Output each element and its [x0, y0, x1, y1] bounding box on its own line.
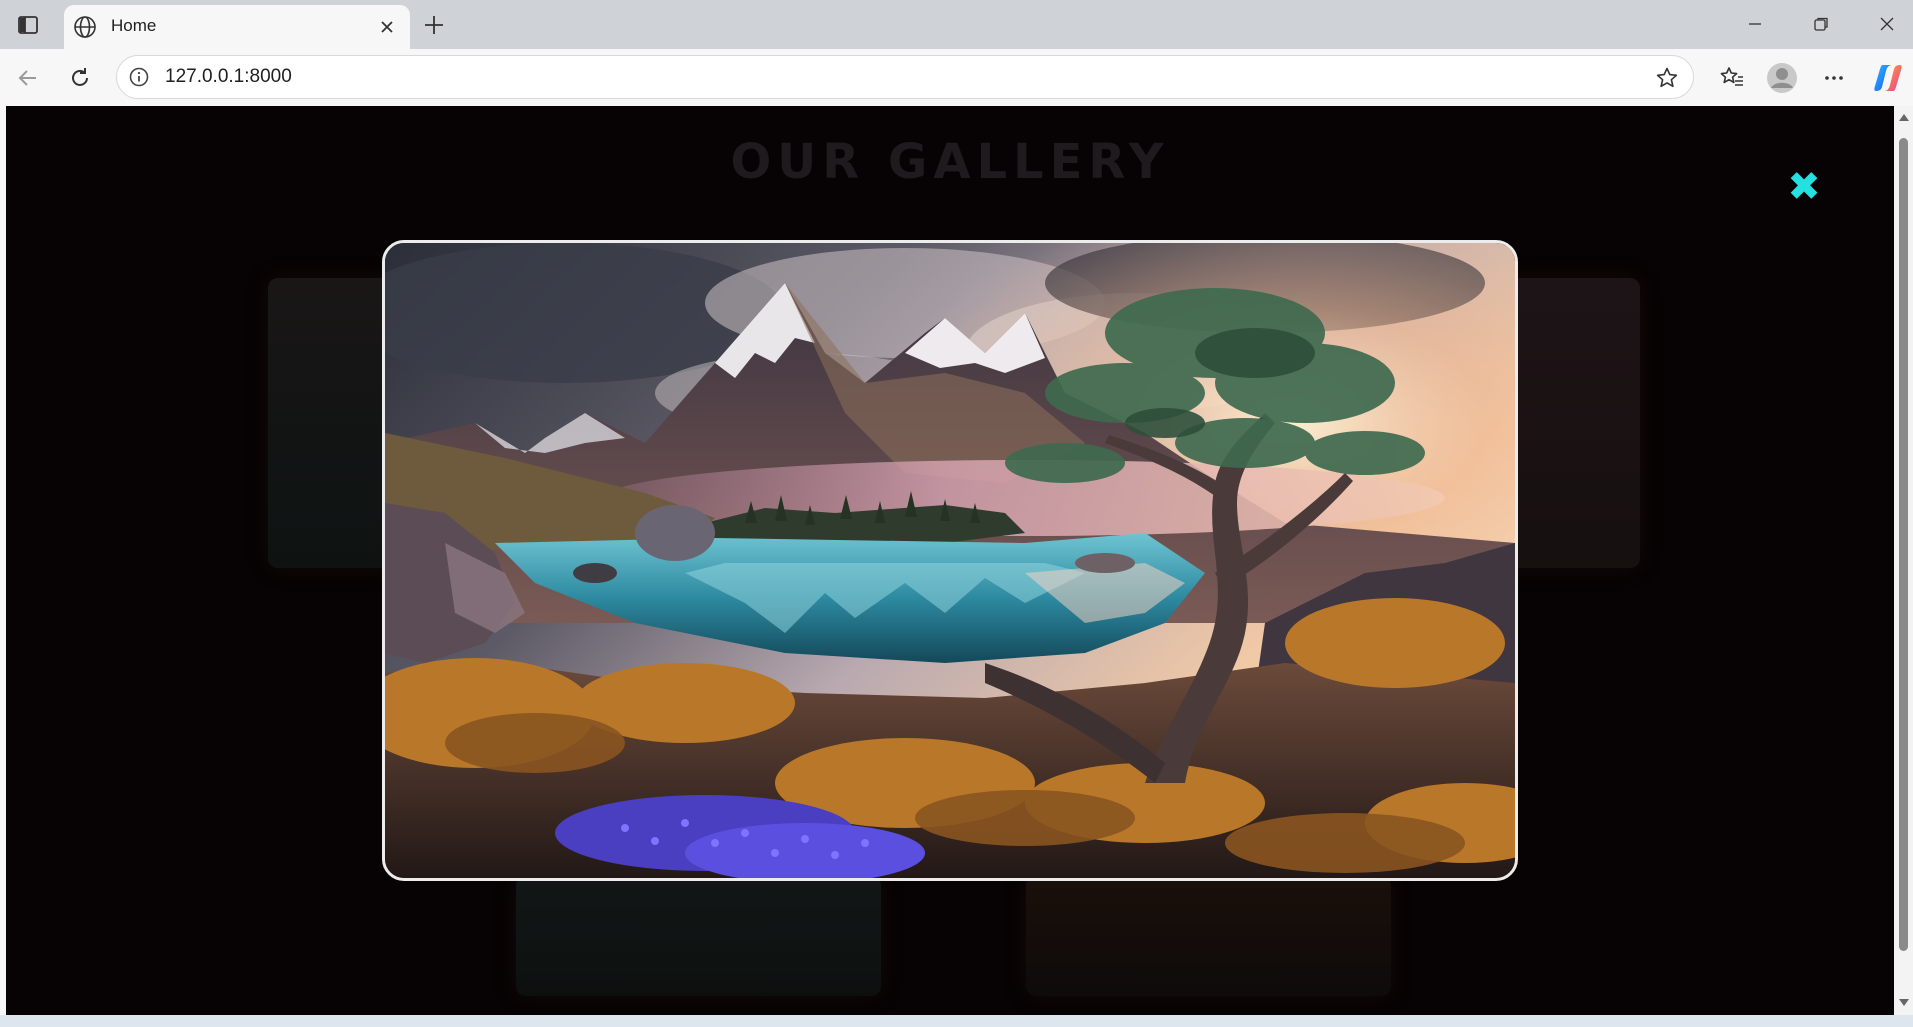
navigation-toolbar: 127.0.0.1:8000 [0, 49, 1913, 106]
window-bottom-edge [0, 1015, 1913, 1027]
info-icon[interactable] [128, 66, 150, 88]
close-lightbox-button[interactable]: ✖ [1781, 164, 1827, 210]
tab-home[interactable]: Home [64, 5, 410, 49]
plus-icon[interactable] [418, 9, 450, 41]
star-icon[interactable] [1651, 62, 1683, 94]
restore-icon[interactable] [1800, 8, 1842, 40]
page-viewport: OUR GALLERY ✖ [6, 106, 1894, 1015]
tab-title: Home [111, 16, 157, 35]
globe-icon [72, 14, 98, 40]
url-text[interactable]: 127.0.0.1:8000 [165, 66, 292, 88]
scroll-down-arrow-icon[interactable] [1897, 996, 1910, 1010]
scroll-up-arrow-icon[interactable] [1897, 110, 1910, 124]
more-icon[interactable] [1816, 60, 1852, 96]
favorites-icon[interactable] [1714, 60, 1750, 96]
close-icon[interactable] [374, 14, 400, 40]
page-scrollbar[interactable] [1894, 106, 1913, 1015]
tab-sidebar-icon[interactable] [14, 11, 42, 39]
minimize-icon[interactable] [1734, 8, 1776, 40]
back-arrow-icon[interactable] [10, 60, 46, 96]
copilot-icon[interactable] [1870, 60, 1906, 96]
reload-icon[interactable] [62, 60, 98, 96]
scrollbar-thumb[interactable] [1899, 138, 1908, 951]
gallery-thumbnail[interactable] [516, 876, 881, 996]
page-title: OUR GALLERY [730, 134, 1170, 190]
gallery-thumbnail[interactable] [1026, 876, 1391, 996]
address-bar[interactable]: 127.0.0.1:8000 [116, 55, 1694, 99]
mountain-lake-landscape-image [385, 243, 1515, 878]
lightbox-image [382, 240, 1518, 881]
close-window-icon[interactable] [1866, 8, 1908, 40]
profile-icon[interactable] [1764, 60, 1800, 96]
tab-bar: Home [0, 0, 1913, 49]
